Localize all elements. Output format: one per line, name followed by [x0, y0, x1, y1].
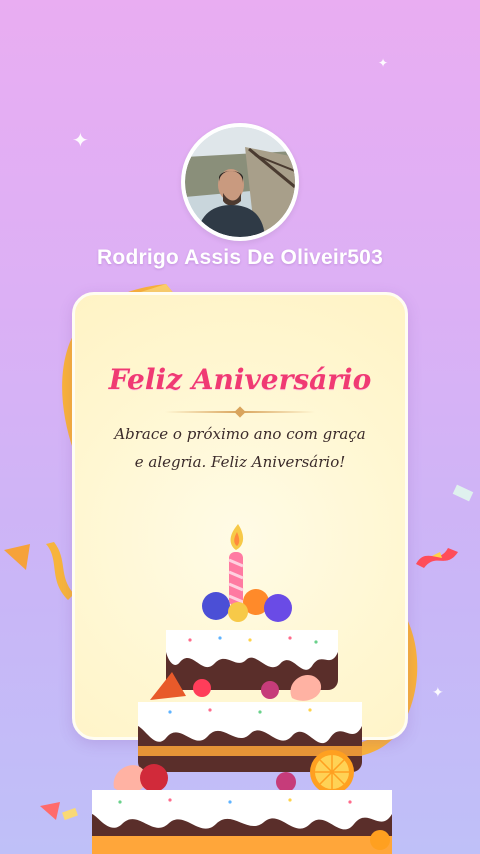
- card-message: Abrace o próximo ano com graça e alegria…: [114, 425, 366, 471]
- confetti-icon: [452, 484, 474, 502]
- sparkle-icon: ✦: [72, 130, 89, 152]
- sparkle-icon: ✦: [432, 684, 444, 700]
- profile-photo: [185, 127, 295, 237]
- confetti-icon: [4, 544, 30, 570]
- birthday-cake-icon: [92, 524, 392, 854]
- confetti-icon: [62, 807, 78, 821]
- username: Rodrigo Assis De Oliveir503: [97, 246, 383, 269]
- sparkle-icon: ✦: [378, 56, 389, 70]
- card-title: Feliz Aniversário: [108, 363, 372, 396]
- avatar[interactable]: [181, 123, 299, 241]
- confetti-icon: [416, 548, 458, 568]
